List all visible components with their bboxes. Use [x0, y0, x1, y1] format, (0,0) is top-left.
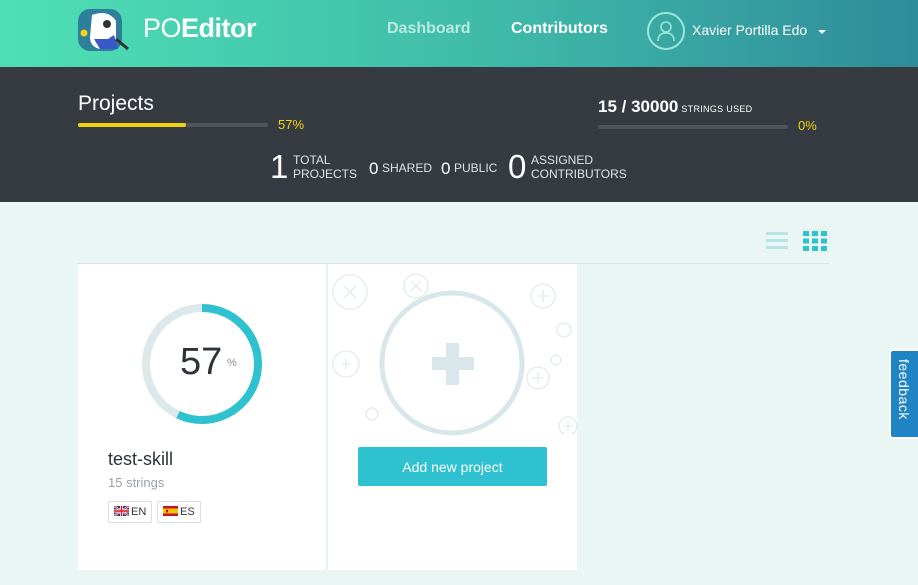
brand-name-bold: Editor — [181, 13, 257, 43]
projects-progress-bar — [78, 123, 268, 127]
public-label: PUBLIC — [454, 161, 498, 175]
shared-count: 0 — [369, 159, 379, 178]
contributors-label: ASSIGNED CONTRIBUTORS — [531, 153, 627, 181]
total-projects-count: 1 — [270, 148, 289, 185]
nav-contributors-link[interactable]: Contributors — [511, 20, 608, 38]
contributors-label-line2: CONTRIBUTORS — [531, 167, 627, 181]
total-projects-label-line1: TOTAL — [293, 153, 331, 167]
contributors-label-line1: ASSIGNED — [531, 153, 594, 167]
projects-progress-fill — [78, 123, 187, 127]
contributors-count: 0 — [508, 148, 527, 185]
language-badge-en[interactable]: EN — [108, 501, 153, 523]
grid-view-icon[interactable] — [803, 231, 827, 251]
project-strings-count: 15 strings — [108, 475, 165, 490]
shared-label: SHARED — [382, 161, 433, 175]
user-icon — [657, 21, 675, 42]
strings-used: 15 / 30000 STRINGS USED — [598, 97, 752, 117]
strings-progress-percent: 0% — [798, 118, 817, 133]
project-progress-value: 57 — [180, 341, 223, 383]
project-name[interactable]: test-skill — [108, 449, 173, 470]
brand-name-light: PO — [143, 13, 182, 43]
strings-progress-bar — [598, 125, 788, 129]
total-projects-label-line2: PROJECTS — [293, 167, 358, 181]
strings-used-count: 15 / 30000 — [598, 97, 679, 116]
spain-flag-icon — [163, 506, 178, 516]
public-count: 0 — [441, 159, 451, 178]
language-badge-es[interactable]: ES — [157, 501, 201, 523]
uk-flag-icon — [114, 506, 129, 516]
nav-dashboard-link[interactable]: Dashboard — [387, 20, 471, 38]
user-avatar[interactable] — [647, 12, 685, 50]
projects-title: Projects — [78, 92, 154, 115]
add-project-icon[interactable] — [378, 289, 528, 439]
feedback-tab[interactable]: feedback — [889, 349, 918, 439]
top-navigation-bar: POEditor Dashboard Contributors Xavier P… — [0, 0, 918, 67]
projects-progress-percent: 57% — [278, 117, 305, 132]
feedback-label: feedback — [896, 359, 912, 420]
add-new-project-button[interactable]: Add new project — [358, 447, 547, 486]
total-projects-label: TOTAL PROJECTS — [293, 153, 357, 181]
user-menu-caret-icon[interactable] — [818, 30, 826, 34]
user-name[interactable]: Xavier Portilla Edo — [692, 22, 807, 38]
strings-used-label: STRINGS USED — [681, 104, 753, 114]
language-code-es: ES — [180, 506, 195, 518]
poeditor-logo-icon[interactable] — [78, 9, 132, 53]
project-card[interactable]: 57 % test-skill 15 strings EN ES — [78, 264, 327, 570]
add-project-card: Add new project — [328, 264, 577, 570]
brand-name[interactable]: POEditor — [143, 13, 257, 44]
project-progress-unit: % — [227, 357, 237, 369]
stats-band: Projects 57% 15 / 30000 STRINGS USED 0% 1… — [0, 67, 918, 202]
language-code-en: EN — [131, 506, 147, 518]
list-view-icon[interactable] — [766, 232, 788, 250]
